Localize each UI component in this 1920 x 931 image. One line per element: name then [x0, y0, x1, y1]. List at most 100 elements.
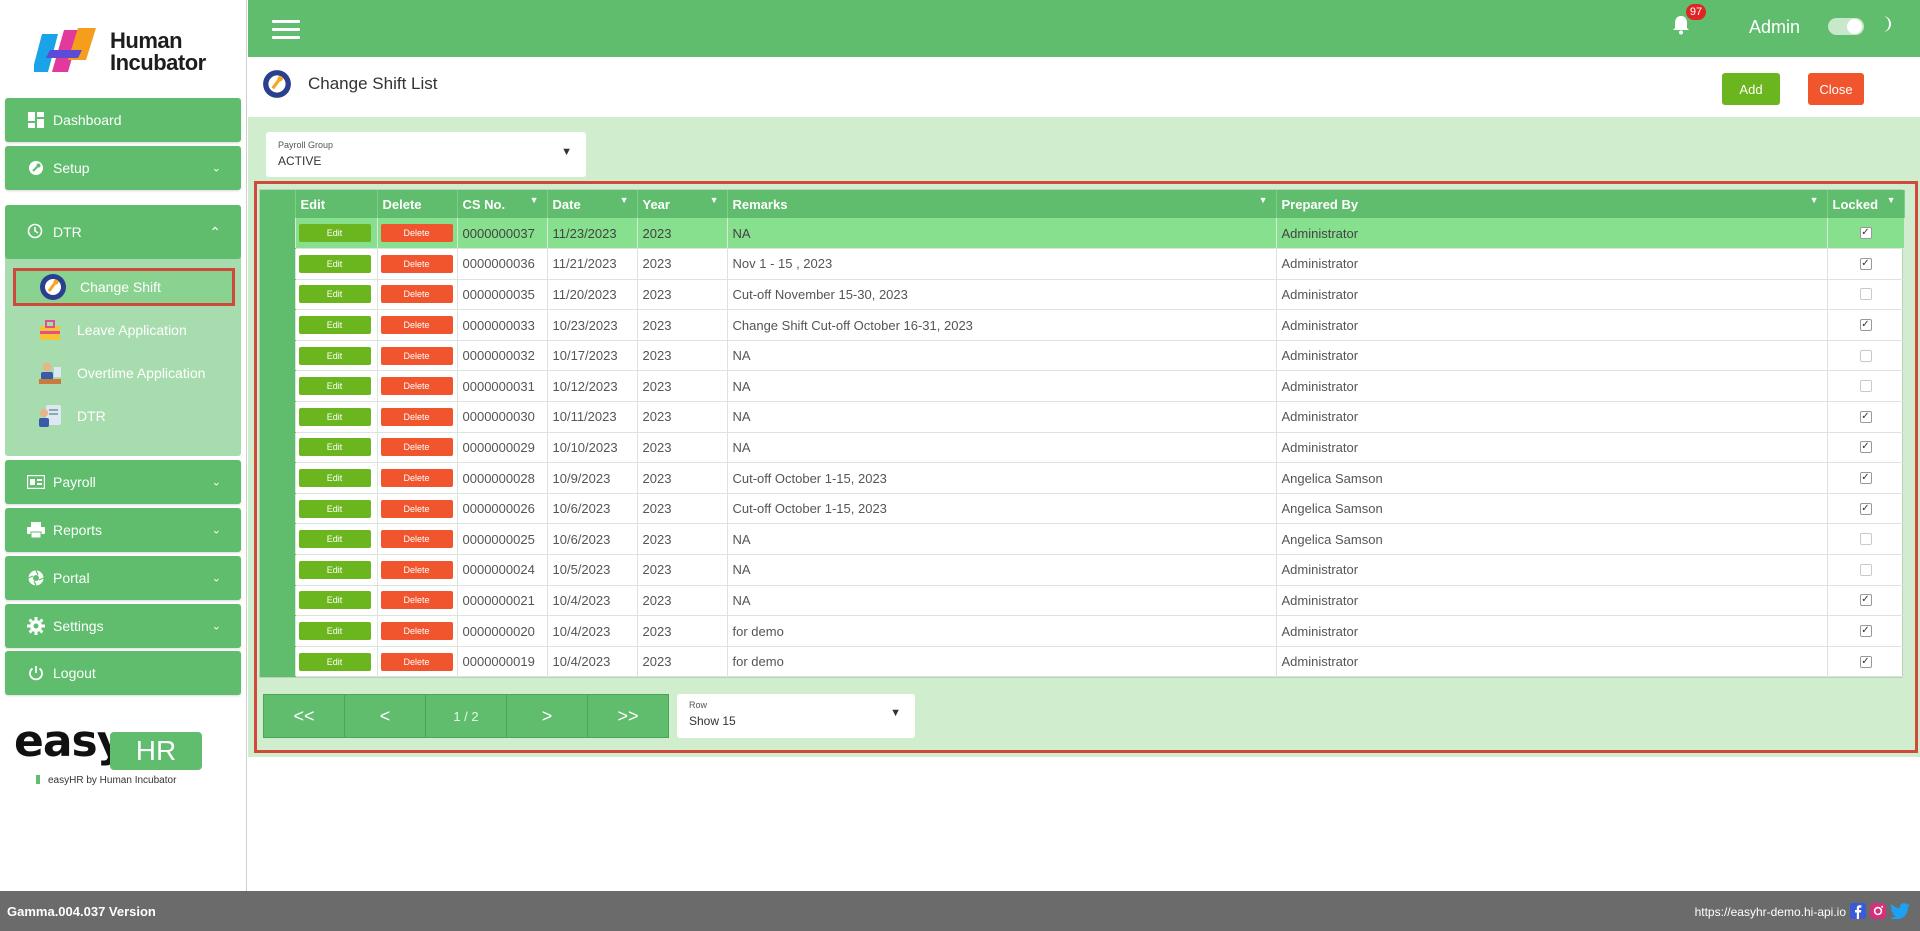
locked-checkbox[interactable]: ✓ [1859, 655, 1872, 668]
column-header-prepared-by[interactable]: Prepared By ▼ [1276, 190, 1828, 218]
delete-button[interactable]: Delete [380, 530, 453, 549]
theme-toggle[interactable] [1828, 18, 1864, 35]
delete-button[interactable]: Delete [380, 224, 453, 243]
edit-button[interactable]: Edit [298, 499, 371, 518]
payroll-group-select[interactable]: Payroll Group ACTIVE ▼ [266, 132, 586, 177]
prev-page-button[interactable]: < [345, 695, 426, 737]
locked-checkbox[interactable]: ✓ [1859, 227, 1872, 240]
facebook-icon[interactable] [1850, 903, 1866, 919]
row-selector[interactable] [260, 248, 296, 280]
delete-button[interactable]: Delete [380, 622, 453, 641]
locked-checkbox[interactable] [1859, 563, 1872, 576]
row-selector[interactable] [260, 462, 296, 494]
locked-checkbox[interactable]: ✓ [1859, 594, 1872, 607]
locked-checkbox[interactable]: ✓ [1859, 319, 1872, 332]
next-page-button[interactable]: > [507, 695, 588, 737]
row-selector[interactable] [260, 432, 296, 464]
edit-button[interactable]: Edit [298, 591, 371, 610]
site-url[interactable]: https://easyhr-demo.hi-api.io [1695, 905, 1846, 919]
edit-button[interactable]: Edit [298, 316, 371, 335]
delete-button[interactable]: Delete [380, 407, 453, 426]
locked-checkbox[interactable]: ✓ [1859, 625, 1872, 638]
delete-button[interactable]: Delete [380, 346, 453, 365]
table-row[interactable]: Edit Delete 0000000024 10/5/2023 2023 NA Admin… [260, 554, 1905, 586]
row-selector[interactable] [260, 340, 296, 372]
delete-button[interactable]: Delete [380, 591, 453, 610]
row-selector[interactable] [260, 493, 296, 525]
delete-button[interactable]: Delete [380, 316, 453, 335]
locked-checkbox[interactable]: ✓ [1859, 472, 1872, 485]
table-row[interactable]: Edit Delete 0000000032 10/17/2023 2023 NA Admi… [260, 340, 1905, 372]
row-selector[interactable] [260, 370, 296, 403]
table-row[interactable]: Edit Delete 0000000028 10/9/2023 2023 Cut-off… [260, 462, 1905, 494]
row-selector[interactable] [260, 279, 296, 311]
row-selector[interactable] [260, 218, 296, 250]
column-header-date[interactable]: Date ▼ [547, 190, 638, 218]
first-page-button[interactable]: << [264, 695, 345, 737]
delete-button[interactable]: Delete [380, 469, 453, 488]
locked-checkbox[interactable] [1859, 533, 1872, 546]
rows-per-page-select[interactable]: Row Show 15 ▼ [677, 694, 915, 738]
close-button[interactable]: Close [1808, 73, 1864, 105]
last-page-button[interactable]: >> [588, 695, 668, 737]
column-header-year[interactable]: Year ▼ [637, 190, 728, 218]
sidebar-item-dtr[interactable]: DTR ⌃ [5, 205, 241, 259]
locked-checkbox[interactable] [1859, 349, 1872, 362]
locked-checkbox[interactable]: ✓ [1859, 441, 1872, 454]
edit-button[interactable]: Edit [298, 254, 371, 273]
column-header-remarks[interactable]: Remarks ▼ [727, 190, 1277, 218]
column-header-cs-no[interactable]: CS No. ▼ [457, 190, 548, 218]
delete-button[interactable]: Delete [380, 499, 453, 518]
sidebar-item-portal[interactable]: Portal ⌄ [5, 556, 241, 600]
sidebar-subitem-dtr[interactable]: DTR [13, 397, 235, 435]
row-selector[interactable] [260, 585, 296, 617]
twitter-icon[interactable] [1890, 903, 1910, 920]
edit-button[interactable]: Edit [298, 469, 371, 488]
instagram-icon[interactable] [1870, 903, 1886, 919]
edit-button[interactable]: Edit [298, 285, 371, 304]
row-selector[interactable] [260, 615, 296, 647]
menu-toggle-icon[interactable] [272, 20, 300, 40]
table-row[interactable]: Edit Delete 0000000033 10/23/2023 2023 Change… [260, 309, 1905, 341]
row-selector[interactable] [260, 554, 296, 586]
locked-checkbox[interactable] [1859, 380, 1872, 393]
human-incubator-logo[interactable]: Human Incubator [34, 24, 224, 80]
table-row[interactable]: Edit Delete 0000000037 11/23/2023 2023 NA Admi… [260, 218, 1905, 250]
filter-icon[interactable]: ▼ [1259, 195, 1268, 205]
sidebar-item-settings[interactable]: Settings ⌄ [5, 604, 241, 648]
filter-icon[interactable]: ▼ [620, 195, 629, 205]
edit-button[interactable]: Edit [298, 346, 371, 365]
sidebar-item-setup[interactable]: Setup ⌄ [5, 146, 241, 190]
row-selector[interactable] [260, 309, 296, 341]
row-selector[interactable] [260, 646, 296, 678]
delete-button[interactable]: Delete [380, 560, 453, 579]
row-selector[interactable] [260, 401, 296, 433]
edit-button[interactable]: Edit [298, 652, 371, 671]
sidebar-item-logout[interactable]: Logout [5, 651, 241, 695]
delete-button[interactable]: Delete [380, 652, 453, 671]
sidebar-subitem-overtime-application[interactable]: Overtime Application [13, 354, 235, 392]
table-row[interactable]: Edit Delete 0000000026 10/6/2023 2023 Cut-off… [260, 493, 1905, 525]
column-header-locked[interactable]: Locked ▼ [1827, 190, 1905, 218]
edit-button[interactable]: Edit [298, 224, 371, 243]
locked-checkbox[interactable]: ✓ [1859, 257, 1872, 270]
edit-button[interactable]: Edit [298, 622, 371, 641]
edit-button[interactable]: Edit [298, 407, 371, 426]
delete-button[interactable]: Delete [380, 438, 453, 457]
table-row[interactable]: Edit Delete 0000000025 10/6/2023 2023 NA Angel… [260, 523, 1905, 556]
sidebar-subitem-leave-application[interactable]: Leave Application [13, 311, 235, 349]
edit-button[interactable]: Edit [298, 560, 371, 579]
row-selector[interactable] [260, 523, 296, 556]
filter-icon[interactable]: ▼ [530, 195, 539, 205]
delete-button[interactable]: Delete [380, 285, 453, 304]
user-name[interactable]: Admin [1749, 17, 1800, 38]
edit-button[interactable]: Edit [298, 530, 371, 549]
table-row[interactable]: Edit Delete 0000000029 10/10/2023 2023 NA Admi… [260, 432, 1905, 464]
table-row[interactable]: Edit Delete 0000000030 10/11/2023 2023 NA Admi… [260, 401, 1905, 433]
table-row[interactable]: Edit Delete 0000000021 10/4/2023 2023 NA Admin… [260, 585, 1905, 617]
delete-button[interactable]: Delete [380, 254, 453, 273]
table-row[interactable]: Edit Delete 0000000031 10/12/2023 2023 NA Admi… [260, 370, 1905, 403]
add-button[interactable]: Add [1722, 73, 1780, 105]
locked-checkbox[interactable]: ✓ [1859, 502, 1872, 515]
locked-checkbox[interactable] [1859, 288, 1872, 301]
